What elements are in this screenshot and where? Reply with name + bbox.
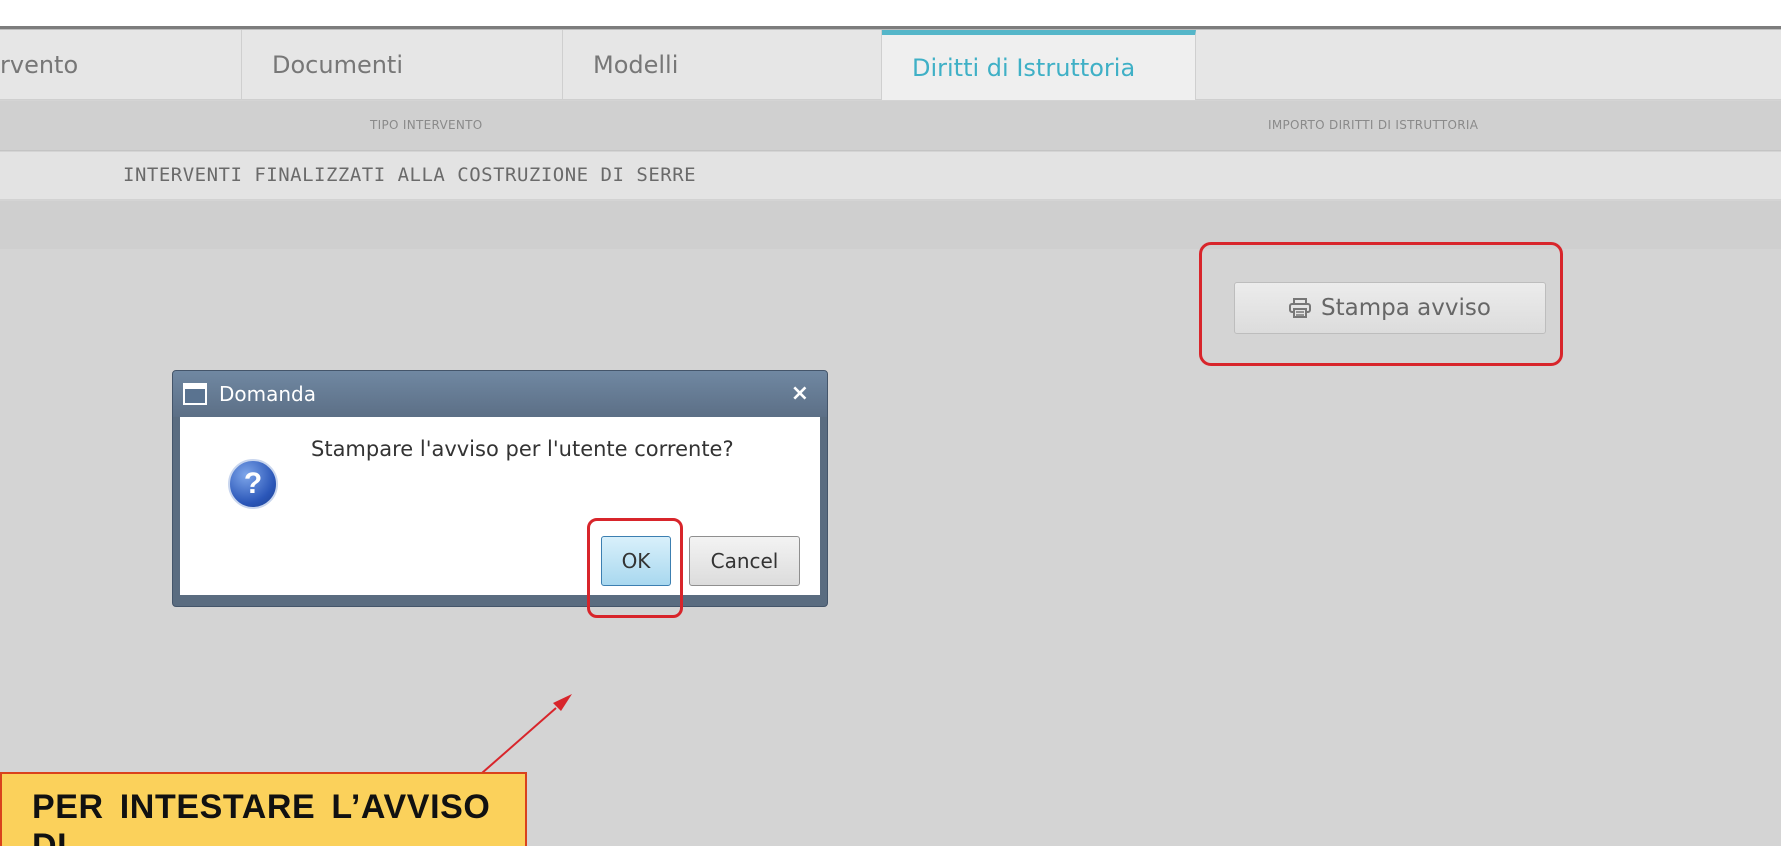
- domanda-dialog: Domanda × ? Stampare l'avviso per l'uten…: [172, 370, 828, 607]
- table-header: TIPO INTERVENTO IMPORTO DIRITTI DI ISTRU…: [0, 101, 1781, 151]
- column-header-tipo-intervento[interactable]: TIPO INTERVENTO: [370, 118, 483, 132]
- dialog-body: ? Stampare l'avviso per l'utente corrent…: [180, 417, 820, 595]
- tab-intervento[interactable]: rvento: [0, 30, 242, 100]
- dialog-message: Stampare l'avviso per l'utente corrente?: [311, 437, 734, 461]
- tab-label: Modelli: [593, 51, 679, 79]
- highlight-stampa-avviso: [1199, 242, 1563, 366]
- tab-label: Documenti: [272, 51, 404, 79]
- highlight-ok-button: [587, 518, 683, 618]
- column-header-importo[interactable]: IMPORTO DIRITTI DI ISTRUTTORIA: [1268, 118, 1478, 132]
- dialog-title: Domanda: [219, 382, 317, 406]
- callout-text: PER INTESTARE L’AVVISO DI: [32, 788, 491, 846]
- tab-label: Diritti di Istruttoria: [912, 53, 1136, 82]
- cancel-button[interactable]: Cancel: [689, 536, 800, 586]
- callout-box: PER INTESTARE L’AVVISO DI: [0, 772, 527, 846]
- question-icon: ?: [228, 459, 278, 509]
- cell-tipo-intervento: INTERVENTI FINALIZZATI ALLA COSTRUZIONE …: [123, 164, 697, 186]
- close-icon[interactable]: ×: [791, 381, 809, 406]
- tab-documenti[interactable]: Documenti: [242, 30, 563, 100]
- window-icon: [183, 383, 207, 405]
- tab-bar: rvento Documenti Modelli Diritti di Istr…: [0, 30, 1781, 100]
- table-row[interactable]: INTERVENTI FINALIZZATI ALLA COSTRUZIONE …: [0, 152, 1781, 200]
- tab-label: rvento: [0, 51, 79, 79]
- tab-modelli[interactable]: Modelli: [563, 30, 882, 100]
- top-band: [0, 0, 1781, 26]
- dialog-title-bar[interactable]: Domanda ×: [173, 371, 827, 417]
- tab-diritti-istruttoria[interactable]: Diritti di Istruttoria: [882, 30, 1196, 100]
